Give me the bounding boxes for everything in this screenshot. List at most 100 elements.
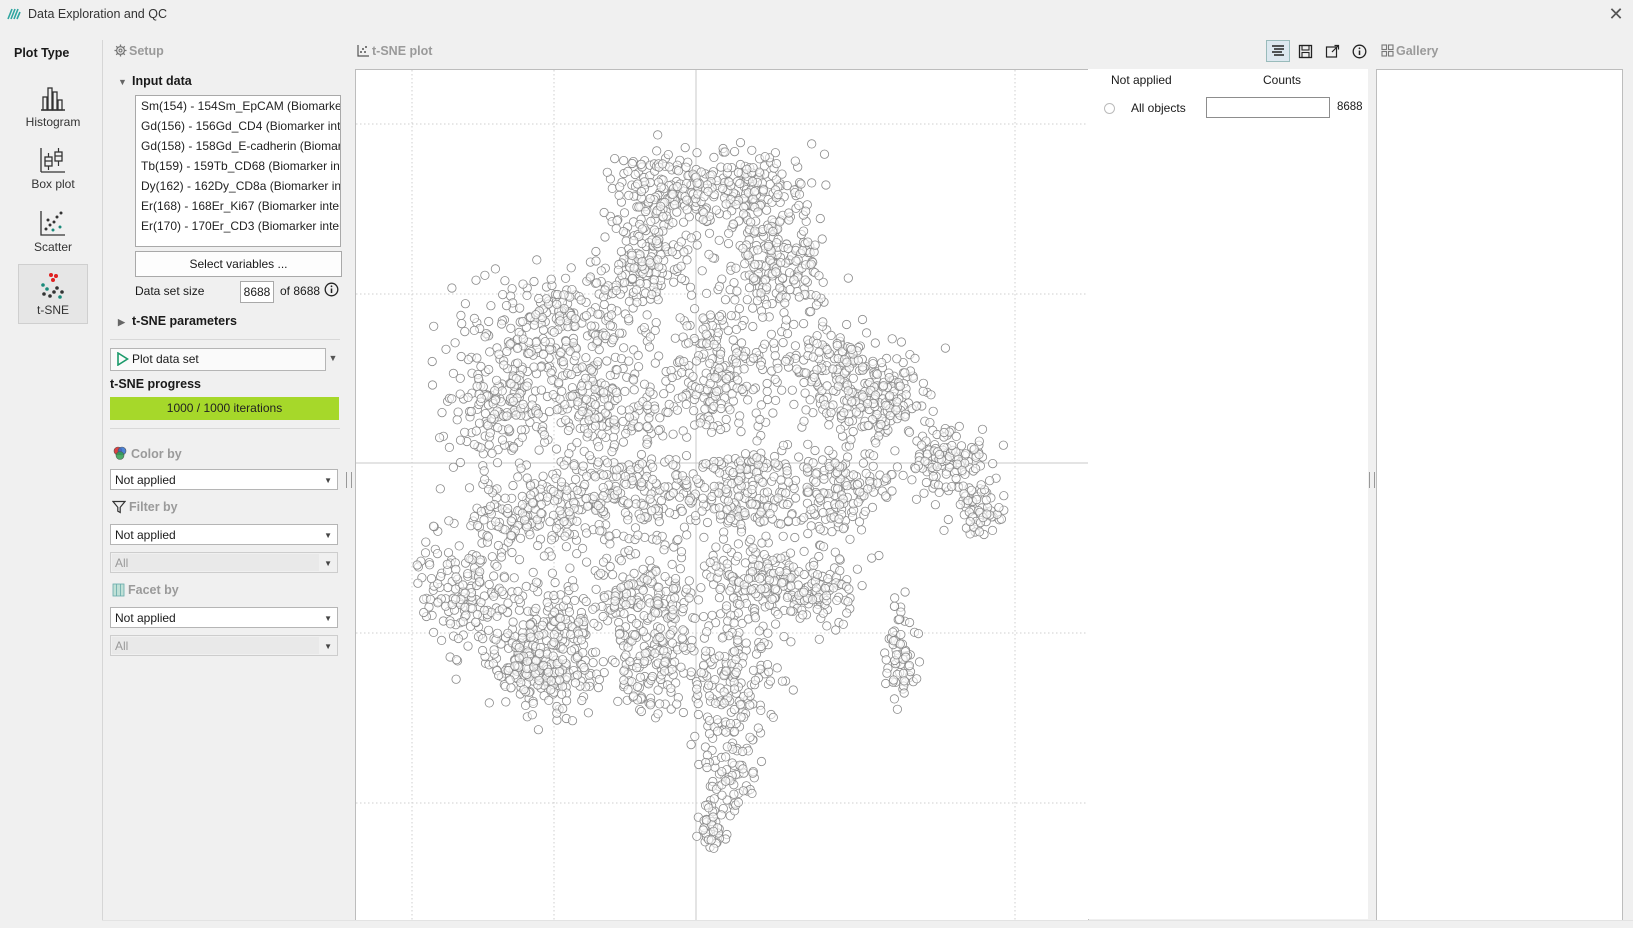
- tsne-point: [490, 395, 500, 405]
- color-by-select[interactable]: Not applied ▼: [110, 469, 338, 490]
- list-item[interactable]: Sm(154) - 154Sm_EpCAM (Biomarker intensi…: [136, 96, 340, 116]
- data-set-size-input[interactable]: 8688: [240, 281, 274, 303]
- tsne-point: [433, 579, 443, 589]
- tsne-point: [685, 282, 696, 292]
- tsne-point: [765, 508, 775, 519]
- tsne-point: [577, 406, 587, 416]
- tsne-point: [598, 557, 609, 567]
- plot-type-label: Box plot: [31, 177, 75, 191]
- facet-value-select[interactable]: All ▼: [110, 635, 338, 656]
- tsne-point: [476, 393, 486, 403]
- legend-row-radio[interactable]: [1104, 103, 1115, 114]
- tsne-point: [611, 285, 621, 296]
- tsne-point: [637, 459, 647, 469]
- list-item[interactable]: Dy(162) - 162Dy_CD8a (Biomarker intensit…: [136, 176, 340, 196]
- list-item[interactable]: Gd(156) - 156Gd_CD4 (Biomarker intensity…: [136, 116, 340, 136]
- tsne-point: [710, 372, 720, 382]
- tsne-point: [782, 592, 792, 603]
- left-splitter-handle[interactable]: [346, 472, 352, 488]
- tsne-point: [788, 685, 798, 695]
- box-plot-icon: [40, 148, 65, 173]
- list-item[interactable]: Tb(159) - 159Tb_CD68 (Biomarker intensit…: [136, 156, 340, 176]
- tsne-point: [762, 487, 772, 497]
- variable-list[interactable]: Sm(154) - 154Sm_EpCAM (Biomarker intensi…: [135, 95, 341, 247]
- tsne-point: [464, 483, 475, 493]
- list-item[interactable]: Er(170) - 170Er_CD3 (Biomarker intensity…: [136, 216, 340, 236]
- tsne-point: [570, 314, 580, 324]
- tsne-point: [959, 489, 969, 499]
- tsne-point: [815, 524, 825, 534]
- right-splitter-handle[interactable]: [1369, 472, 1375, 488]
- info-button[interactable]: [1347, 40, 1371, 62]
- tsne-point: [721, 414, 731, 424]
- tsne-point: [518, 334, 528, 344]
- tsne-point: [636, 706, 646, 717]
- tsne-point: [435, 484, 445, 494]
- tsne-point: [750, 675, 760, 685]
- tsne-point: [852, 564, 862, 574]
- plot-options-dropdown[interactable]: ▼: [326, 348, 340, 369]
- tsne-point: [749, 187, 760, 197]
- tsne-point: [731, 358, 742, 368]
- tsne-point: [675, 313, 685, 323]
- tsne-point: [692, 178, 702, 188]
- plot-type-tsne[interactable]: t-SNE: [18, 264, 88, 324]
- tsne-point: [894, 614, 904, 624]
- plot-type-histogram[interactable]: Histogram: [18, 76, 88, 136]
- tsne-point: [633, 362, 644, 372]
- plot-type-scatter[interactable]: Scatter: [18, 201, 88, 261]
- tsne-point: [720, 147, 730, 157]
- legend-toggle-button[interactable]: [1266, 40, 1290, 62]
- facet-by-select[interactable]: Not applied ▼: [110, 607, 338, 628]
- tsne-point: [680, 143, 690, 153]
- export-button[interactable]: [1320, 40, 1344, 62]
- tsne-point: [748, 554, 758, 564]
- tsne-point: [581, 311, 591, 321]
- tsne-point: [632, 297, 642, 307]
- tsne-point: [506, 683, 516, 693]
- filter-by-select[interactable]: Not applied ▼: [110, 524, 338, 545]
- filter-value-select[interactable]: All ▼: [110, 552, 338, 573]
- tsne-point: [628, 375, 639, 385]
- tsne-point: [590, 413, 600, 423]
- tsne-point: [954, 421, 964, 431]
- tsne-point: [682, 584, 692, 594]
- tsne-point: [682, 321, 692, 331]
- tsne-point: [704, 715, 715, 726]
- tsne-point: [759, 549, 769, 560]
- plot-type-box-plot[interactable]: Box plot: [18, 138, 88, 198]
- tsne-point: [867, 553, 877, 563]
- tsne-point: [547, 568, 557, 578]
- tsne-point: [677, 471, 688, 481]
- tsne-point: [939, 427, 949, 438]
- tsne-point: [715, 584, 725, 594]
- tsne-parameters-toggle[interactable]: ▶ t-SNE parameters: [118, 314, 237, 328]
- tsne-plot-canvas[interactable]: [355, 69, 1089, 921]
- tsne-point: [456, 351, 466, 362]
- tsne-point: [722, 559, 732, 569]
- tsne-point: [557, 655, 568, 665]
- tsne-point: [756, 360, 766, 370]
- tsne-point: [667, 372, 677, 383]
- info-icon[interactable]: [324, 282, 339, 297]
- tsne-point: [822, 621, 832, 631]
- tsne-point: [872, 369, 882, 379]
- select-variables-button[interactable]: Select variables ...: [135, 251, 342, 277]
- tsne-point: [839, 408, 849, 418]
- tsne-point: [778, 531, 788, 541]
- close-button[interactable]: ✕: [1606, 4, 1626, 24]
- tsne-point: [526, 490, 536, 500]
- list-item[interactable]: Gd(158) - 158Gd_E-cadherin (Biomarker in…: [136, 136, 340, 156]
- tsne-point: [709, 339, 719, 349]
- tsne-point: [802, 463, 812, 473]
- tsne-point: [711, 205, 721, 215]
- plot-data-set-button[interactable]: Plot data set: [110, 348, 326, 371]
- tsne-point: [557, 689, 567, 699]
- tsne-point: [608, 570, 618, 580]
- save-button[interactable]: [1293, 40, 1317, 62]
- tsne-point: [747, 145, 757, 155]
- tsne-point: [499, 360, 509, 370]
- tsne-point: [473, 373, 484, 384]
- input-data-section-toggle[interactable]: ▼ Input data: [118, 74, 192, 88]
- list-item[interactable]: Er(168) - 168Er_Ki67 (Biomarker intensit…: [136, 196, 340, 216]
